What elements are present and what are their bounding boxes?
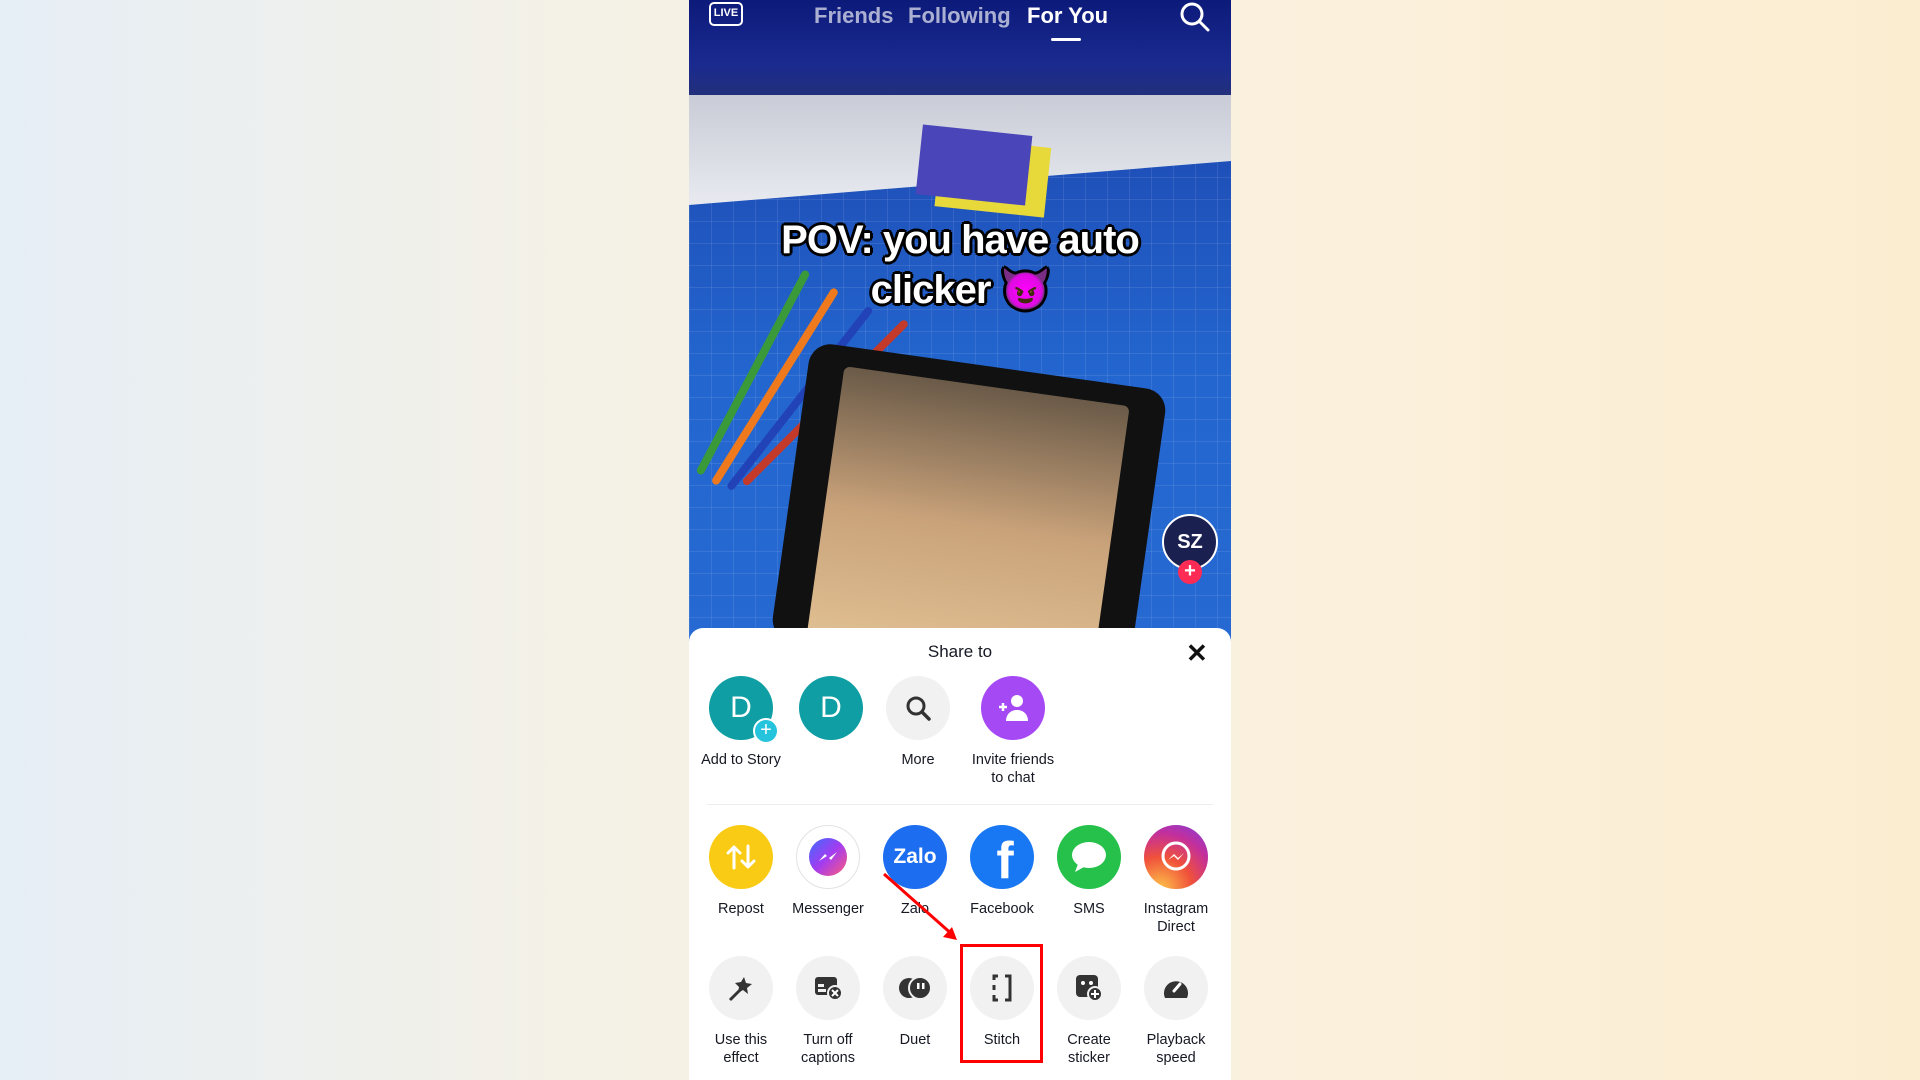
tab-friends[interactable]: Friends (814, 3, 893, 29)
close-icon[interactable]: ✕ (1186, 638, 1208, 669)
contact-d-button[interactable]: D (786, 676, 876, 740)
instagram-direct-button[interactable]: Instagram Direct (1131, 825, 1221, 936)
video-caption: POV: you have auto clicker 😈 (781, 218, 1140, 312)
video-sticky-note (915, 124, 1033, 206)
sticker-icon (1057, 956, 1121, 1020)
share-sheet: Share to ✕ D + Add to Story D More Invit… (689, 628, 1231, 1080)
facebook-button[interactable]: f Facebook (957, 825, 1047, 918)
more-contacts-button[interactable]: More (873, 676, 963, 769)
messenger-icon (796, 825, 860, 889)
live-icon-label: LIVE (713, 7, 739, 19)
add-to-story-button[interactable]: D + Add to Story (696, 676, 786, 769)
live-button[interactable]: LIVE (709, 2, 743, 26)
contact-avatar: D + (709, 676, 779, 744)
repost-icon (709, 825, 773, 889)
sms-button[interactable]: SMS (1044, 825, 1134, 918)
magic-wand-icon (709, 956, 773, 1020)
share-sheet-title: Share to (927, 642, 993, 661)
turn-off-captions-button[interactable]: Turn off captions (783, 956, 873, 1067)
captions-off-icon (796, 956, 860, 1020)
divider (707, 804, 1213, 805)
instagram-direct-icon (1144, 825, 1208, 889)
annotation-arrow-icon (883, 872, 957, 940)
stitch-highlight-box (960, 944, 1043, 1063)
plus-badge-icon: + (753, 718, 779, 744)
duet-icon (883, 956, 947, 1020)
tab-following[interactable]: Following (908, 3, 1011, 29)
contact-avatar: D (799, 676, 863, 740)
follow-button[interactable]: + (1178, 560, 1202, 584)
sms-icon (1057, 825, 1121, 889)
create-sticker-button[interactable]: Create sticker (1044, 956, 1134, 1067)
add-user-icon (981, 676, 1045, 740)
facebook-icon: f (970, 825, 1034, 889)
tab-for-you[interactable]: For You (1027, 3, 1108, 29)
search-icon (886, 676, 950, 740)
search-icon[interactable] (1179, 1, 1211, 33)
repost-button[interactable]: Repost (696, 825, 786, 918)
invite-friends-button[interactable]: Invite friends to chat (968, 676, 1058, 787)
messenger-button[interactable]: Messenger (783, 825, 873, 918)
use-this-effect-button[interactable]: Use this effect (696, 956, 786, 1067)
speedometer-icon (1144, 956, 1208, 1020)
top-nav: LIVE Friends Following For You (689, 0, 1231, 50)
active-tab-indicator (1051, 38, 1081, 41)
duet-button[interactable]: Duet (870, 956, 960, 1049)
phone-screen: POV: you have auto clicker 😈 SZ + LIVE F… (689, 0, 1231, 1080)
playback-speed-button[interactable]: Playback speed (1131, 956, 1221, 1067)
